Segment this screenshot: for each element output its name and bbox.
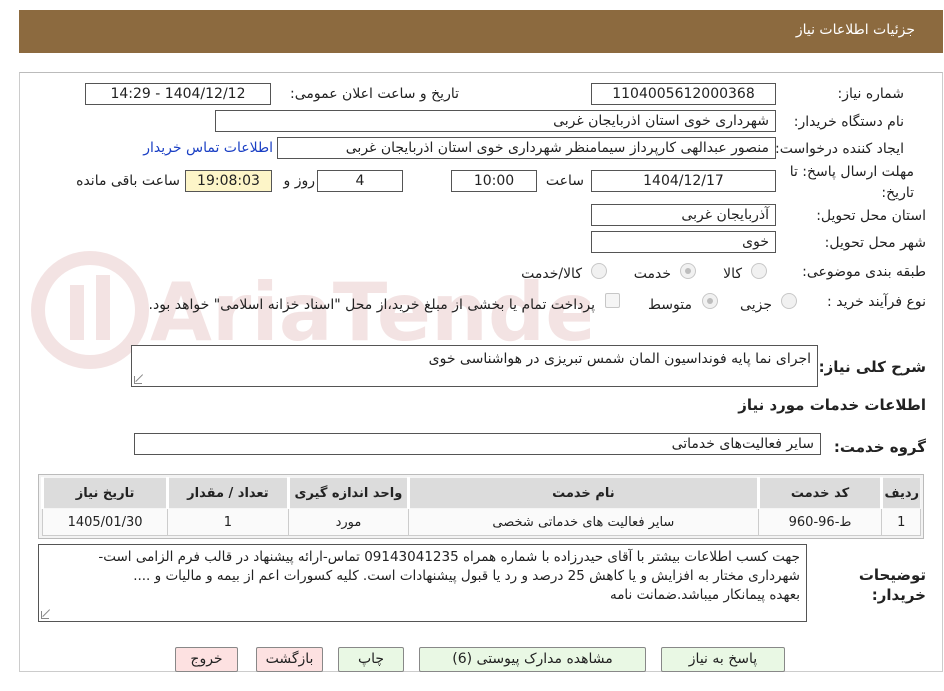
remaining-time-field: 19:08:03: [185, 170, 272, 192]
city-label: شهر محل تحویل:: [824, 235, 926, 251]
treasury-payment-checkbox[interactable]: [605, 293, 620, 308]
process-label: نوع فرآیند خرید :: [827, 294, 926, 310]
column-header: تعداد / مقدار: [166, 477, 289, 509]
process-option-minor: جزیی: [740, 297, 772, 313]
need-number-field: 1104005612000368: [591, 83, 776, 105]
description-text: اجرای نما پایه فونداسیون المان شمس تبریز…: [428, 351, 811, 367]
buyer-org-field: شهرداری خوی استان اذربایجان غربی: [215, 110, 776, 132]
announce-field: 1404/12/12 - 14:29: [85, 83, 271, 105]
category-radio-goods-service[interactable]: [591, 263, 607, 279]
table-cell: مورد: [287, 508, 410, 536]
back-button[interactable]: بازگشت: [256, 647, 323, 672]
services-table: ردیف کد خدمت نام خدمت واحد اندازه گیری ت…: [40, 477, 921, 536]
category-radio-service[interactable]: [680, 263, 696, 279]
category-option-goods: کالا: [723, 266, 742, 282]
table-cell: 1: [167, 508, 289, 536]
process-radio-medium[interactable]: [702, 293, 718, 309]
remaining-days-field: 4: [317, 170, 403, 192]
view-attachments-button[interactable]: مشاهده مدارک پیوستی (6): [419, 647, 646, 672]
requester-field: منصور عبدالهی کارپرداز سیمامنظر شهرداری …: [277, 137, 776, 159]
process-radio-minor[interactable]: [781, 293, 797, 309]
column-header: کد خدمت: [756, 477, 883, 509]
announce-label: تاریخ و ساعت اعلان عمومی:: [290, 86, 459, 102]
column-header: نام خدمت: [407, 477, 759, 509]
table-header-row: ردیف کد خدمت نام خدمت واحد اندازه گیری ت…: [40, 477, 921, 509]
days-label: روز و: [283, 173, 316, 189]
table-row: 1 ط-96-960 سایر فعالیت های خدماتی شخصی م…: [41, 508, 921, 536]
page-header: جزئیات اطلاعات نیاز: [19, 10, 943, 53]
service-group-label: گروه خدمت:: [833, 438, 926, 456]
deadline-date-field: 1404/12/17: [591, 170, 776, 192]
page-title: جزئیات اطلاعات نیاز: [795, 22, 915, 38]
resize-handle-icon[interactable]: [41, 611, 49, 619]
exit-button[interactable]: خروج: [175, 647, 238, 672]
column-header: تاریخ نیاز: [40, 477, 169, 509]
buyer-contact-link[interactable]: اطلاعات تماس خریدار: [143, 140, 273, 156]
description-textarea: اجرای نما پایه فونداسیون المان شمس تبریز…: [131, 345, 818, 387]
services-section-title: اطلاعات خدمات مورد نیاز: [738, 396, 926, 414]
province-label: استان محل تحویل:: [816, 208, 926, 224]
service-group-field: سایر فعالیت‌های خدماتی: [134, 433, 821, 455]
buyer-notes-line: شهرداری مختار به افزایش و یا کاهش 25 درص…: [133, 568, 800, 584]
need-number-label: شماره نیاز:: [837, 86, 905, 102]
column-header: ردیف: [880, 477, 921, 509]
treasury-payment-note: پرداخت تمام یا بخشی از مبلغ خرید،از محل …: [148, 297, 595, 313]
deadline-label-date: تاریخ:: [881, 185, 914, 201]
print-button[interactable]: چاپ: [338, 647, 404, 672]
table-cell: 1405/01/30: [41, 508, 169, 536]
column-header: واحد اندازه گیری: [286, 477, 410, 509]
city-field: خوی: [591, 231, 776, 253]
buyer-notes-textarea: جهت کسب اطلاعات بیشتر با آقای حیدرزاده ب…: [38, 544, 807, 622]
province-field: آذربایجان غربی: [591, 204, 776, 226]
remaining-label: ساعت باقی مانده: [76, 173, 180, 189]
category-option-goods-service: کالا/خدمت: [521, 266, 582, 282]
deadline-time-field: 10:00: [451, 170, 537, 192]
category-label: طبقه بندی موضوعی:: [802, 264, 926, 280]
requester-label: ایجاد کننده درخواست:: [775, 141, 904, 157]
reply-to-need-button[interactable]: پاسخ به نیاز: [661, 647, 785, 672]
buyer-notes-line: بعهده پیمانکار میباشد.ضمانت نامه: [609, 587, 800, 603]
table-cell: 1: [881, 508, 921, 536]
buyer-notes-label-2: خریدار:: [871, 586, 926, 604]
table-cell: ط-96-960: [757, 508, 883, 536]
category-radio-goods[interactable]: [751, 263, 767, 279]
process-option-medium: متوسط: [648, 297, 692, 313]
buyer-notes-line: جهت کسب اطلاعات بیشتر با آقای حیدرزاده ب…: [98, 549, 800, 565]
buyer-notes-label: توضیحات: [858, 566, 926, 584]
buyer-org-label: نام دستگاه خریدار:: [793, 114, 904, 130]
deadline-time-label: ساعت: [545, 173, 584, 189]
table-cell: سایر فعالیت های خدماتی شخصی: [408, 508, 759, 536]
category-option-service: خدمت: [633, 266, 671, 282]
deadline-label: مهلت ارسال پاسخ: تا: [789, 164, 914, 180]
description-label: شرح کلی نیاز:: [818, 358, 926, 376]
resize-handle-icon[interactable]: [134, 376, 142, 384]
